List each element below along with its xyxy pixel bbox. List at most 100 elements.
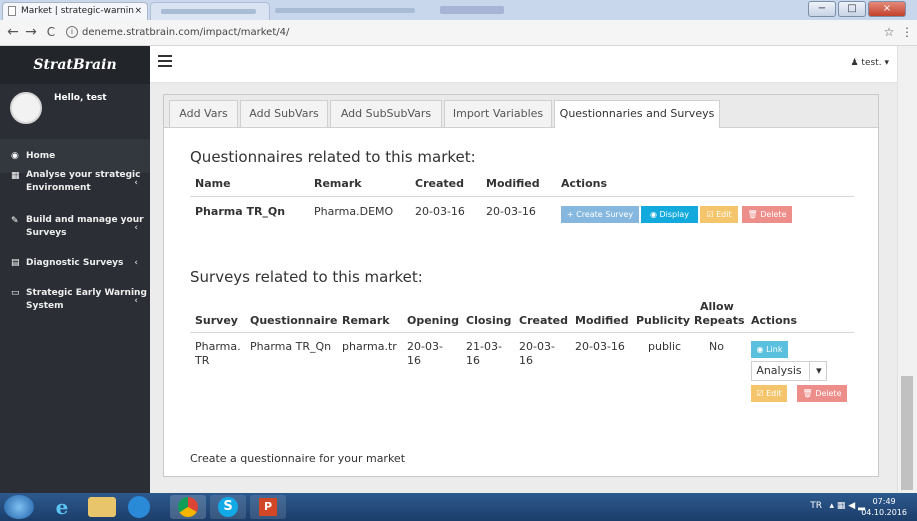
browser-tab-title: Market | strategic-warnin [21,6,134,16]
browser-menu-icon[interactable]: ⋮ [898,23,916,41]
col-actions: Actions [561,177,607,190]
back-icon[interactable]: ← [4,23,22,41]
create-questionnaire-text: Create a questionnaire for your market [190,452,406,465]
display-button[interactable]: ◉ Display [641,206,698,223]
sidebar-item-diagnostic[interactable]: ▤ Diagnostic Surveys ‹ [0,257,150,277]
survey-opening: 20-03- 16 [407,340,443,367]
col-modified: Modified [486,177,540,190]
top-bar: ♟ test. ▾ [150,46,897,83]
analysis-label: Analysis [756,364,802,377]
start-button[interactable] [4,495,34,519]
window-close-button[interactable]: × [868,1,906,17]
close-tab-icon[interactable]: × [134,3,142,20]
sidebar-item-label: Analyse your strategic Environment [26,170,141,193]
survey-allow-repeats: No [709,340,724,353]
col-repeats: Repeats [694,314,745,327]
maximize-icon[interactable]: □ [838,1,866,17]
clock[interactable]: 07:49 04.10.2016 [861,496,907,518]
tab-import-variables[interactable]: Import Variables [444,100,552,127]
survey-edit-button[interactable]: ☑ Edit [751,385,787,402]
page-scrollbar[interactable] [897,46,917,493]
monitor-icon: ▭ [11,288,20,298]
sidebar-item-surveys[interactable]: ✎ Build and manage your Surveys ‹ [0,214,150,248]
col-name: Name [195,177,231,190]
questionnaire-created: 20-03-16 [415,205,465,218]
chevron-left-icon: ‹ [134,258,138,268]
sidebar-item-analyse[interactable]: ▦ Analyse your strategic Environment ‹ [0,169,150,203]
language-indicator[interactable]: TR [810,501,822,511]
sidebar-item-label: Build and manage your Surveys [26,215,144,238]
system-tray[interactable]: ▴ ▦ ◀ ▂ [830,501,865,511]
os-taskbar: e S P TR ▴ ▦ ◀ ▂ 07:49 04.10.2016 [0,493,917,521]
col-opening: Opening [407,314,459,327]
sidebar: StratBrain Hello, test ◉ Home ▦ Analyse … [0,46,150,493]
restore-icon[interactable]: − [808,1,836,17]
user-profile: Hello, test [0,84,150,139]
survey-questionnaire: Pharma TR_Qn [250,340,332,353]
user-name: test [861,58,879,68]
create-survey-button[interactable]: + Create Survey [561,206,639,223]
tab-questionnaires-surveys[interactable]: Questionnaries and Surveys [554,100,720,128]
forward-icon[interactable]: → [22,23,40,41]
reload-icon[interactable]: C [42,23,60,41]
internet-explorer-icon[interactable]: e [44,495,80,519]
hamburger-icon[interactable] [158,55,172,67]
chrome-taskbar-button[interactable] [170,495,206,519]
greeting: Hello, test [54,93,107,103]
survey-delete-button[interactable]: 🗑 Delete [797,385,847,402]
analysis-dropdown[interactable]: Analysis ▾ [751,361,827,381]
dashboard-icon: ◉ [11,151,19,161]
browser-tab-blurred[interactable] [150,2,270,20]
caret-down-icon: ▾ [884,58,889,68]
col-questionnaire: Questionnaire [250,314,338,327]
sidebar-item-label: Strategic Early Warning System [26,288,147,311]
skype-taskbar-button[interactable]: S [210,495,246,519]
avatar [10,92,42,124]
powerpoint-taskbar-button[interactable]: P [250,495,286,519]
tab-add-vars[interactable]: Add Vars [169,100,238,127]
brand-logo[interactable]: StratBrain [0,46,150,84]
questionnaire-name: Pharma TR_Qn [195,205,286,218]
survey-name: Pharma. TR [195,340,241,367]
survey-closing: 21-03- 16 [466,340,502,367]
chevron-left-icon: ‹ [134,223,138,233]
chevron-left-icon: ‹ [134,178,138,188]
surveys-heading: Surveys related to this market: [190,268,423,286]
table-divider [190,196,854,197]
caret-down-icon: ▾ [809,362,822,380]
questionnaire-remark: Pharma.DEMO [314,205,394,218]
scrollbar-thumb[interactable] [901,376,913,490]
media-player-icon[interactable] [128,496,150,518]
user-menu[interactable]: ♟ test. ▾ [850,58,889,68]
col-allow: Allow [700,300,734,313]
sidebar-item-label: Diagnostic Surveys [26,258,124,268]
chrome-icon [178,497,198,517]
folder-icon[interactable] [88,497,116,517]
sidebar-item-early-warning[interactable]: ▭ Strategic Early Warning System ‹ [0,287,150,317]
questionnaires-heading: Questionnaires related to this market: [190,148,476,166]
info-icon[interactable]: i [66,26,78,38]
sidebar-item-home[interactable]: ◉ Home [0,139,150,173]
bookmark-star-icon[interactable]: ☆ [880,23,898,41]
survey-modified: 20-03-16 [575,340,625,353]
col-modified: Modified [575,314,629,327]
col-remark: Remark [342,314,390,327]
browser-tab[interactable]: Market | strategic-warnin × [2,2,148,20]
tab-bar: Add Vars Add SubVars Add SubSubVars Impo… [164,95,878,128]
page-icon [8,6,16,16]
tab-add-subvars[interactable]: Add SubVars [240,100,328,127]
blurred-tab-strip [440,6,504,14]
url-input[interactable]: i deneme.stratbrain.com/impact/market/4/ [66,24,876,41]
questionnaire-modified: 20-03-16 [486,205,536,218]
edit-button[interactable]: ☑ Edit [700,206,738,223]
survey-remark: pharma.tr [342,340,397,353]
sidebar-item-label: Home [26,151,56,161]
blurred-tab-title [161,9,256,14]
link-button[interactable]: ◉ Link [751,341,788,358]
col-created: Created [519,314,568,327]
survey-publicity: public [648,340,682,353]
delete-button[interactable]: 🗑 Delete [742,206,792,223]
blurred-tab-strip [275,8,415,13]
chart-icon: ▦ [11,171,20,181]
tab-add-subsubvars[interactable]: Add SubSubVars [330,100,442,127]
